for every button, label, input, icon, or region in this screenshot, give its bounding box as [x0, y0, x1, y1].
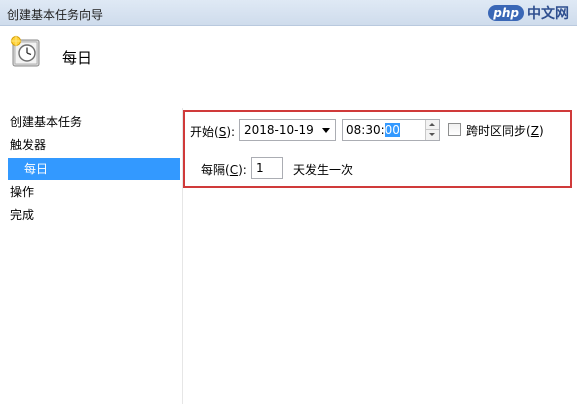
nav-item-create-basic-task[interactable]: 创建基本任务: [10, 112, 82, 132]
recur-suffix-label: 天发生一次: [293, 163, 354, 177]
start-time-input[interactable]: 08:30:00: [342, 119, 440, 141]
watermark-logo: php: [488, 5, 524, 21]
spin-up-icon[interactable]: [426, 120, 439, 130]
nav-item-daily[interactable]: 每日: [8, 158, 180, 180]
time-hours-minutes: 08:30:: [346, 123, 385, 137]
nav-item-finish[interactable]: 完成: [10, 205, 34, 225]
nav-item-action[interactable]: 操作: [10, 182, 34, 202]
page-title: 每日: [62, 49, 93, 67]
sync-timezone-checkbox[interactable]: [448, 123, 461, 136]
dropdown-arrow-icon[interactable]: [322, 128, 330, 133]
wizard-nav: 创建基本任务 触发器 每日 操作 完成: [0, 108, 182, 404]
start-label: 开始(S):: [190, 125, 236, 139]
scheduler-clock-icon: [10, 35, 44, 69]
wizard-header: 每日: [0, 27, 577, 101]
time-seconds-selected: 00: [384, 123, 400, 137]
time-spinner[interactable]: [425, 120, 439, 140]
recur-label: 每隔(C):: [201, 163, 247, 177]
start-date-value: 2018-10-19: [244, 123, 314, 137]
spin-down-icon[interactable]: [426, 130, 439, 140]
trigger-settings-panel: 开始(S): 2018-10-19 08:30:00 跨时区同步(Z) 每隔(C…: [183, 110, 572, 188]
recur-days-input[interactable]: 1: [251, 157, 283, 179]
window-title: 创建基本任务向导: [7, 8, 104, 22]
recur-days-value: 1: [256, 161, 264, 175]
title-bar: 创建基本任务向导 php 中文网: [0, 0, 577, 26]
watermark-text: 中文网: [527, 6, 569, 22]
sync-timezone-label[interactable]: 跨时区同步(Z): [466, 122, 544, 139]
watermark: php 中文网: [488, 3, 569, 23]
start-date-picker[interactable]: 2018-10-19: [239, 119, 336, 141]
nav-item-trigger[interactable]: 触发器: [10, 135, 46, 155]
